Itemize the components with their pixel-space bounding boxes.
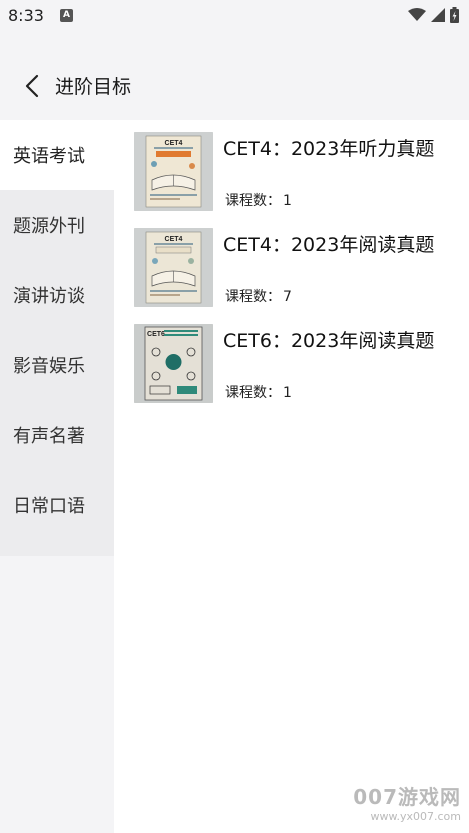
list-item[interactable]: CET4 CET4：2023年阅读真题 课程数： 7: [114, 216, 469, 312]
watermark-main: 007游戏网: [353, 785, 461, 809]
list-item[interactable]: CET6 CET6：2023年阅读真题 课程数： 1: [114, 312, 469, 408]
sidebar-item-label: 影音娱乐: [13, 356, 85, 377]
wifi-icon: [408, 8, 426, 21]
sidebar-item-media-entertainment[interactable]: 影音娱乐: [0, 330, 114, 400]
sidebar-item-audiobooks[interactable]: 有声名著: [0, 400, 114, 470]
course-count-value: 1: [283, 385, 292, 401]
sidebar-item-foreign-journals[interactable]: 题源外刊: [0, 190, 114, 260]
course-count: 课程数： 1: [223, 190, 292, 210]
sidebar-item-label: 演讲访谈: [13, 286, 85, 307]
watermark-url: www.yx007.com: [370, 810, 461, 823]
cell-signal-icon: [431, 8, 445, 22]
chevron-left-icon: [25, 74, 39, 98]
course-count-label: 课程数：: [225, 289, 281, 305]
course-cover-image: CET4: [134, 228, 213, 307]
category-sidebar: 英语考试 题源外刊 演讲访谈 影音娱乐 有声名著 日常口语: [0, 120, 114, 556]
list-item[interactable]: CET4 CET4：2023年听力真题 课程数： 1: [114, 120, 469, 216]
status-icons: [408, 7, 459, 23]
sidebar-item-label: 题源外刊: [13, 216, 85, 237]
course-count-label: 课程数：: [225, 193, 281, 209]
status-bar: 8:33 A: [0, 0, 469, 34]
sidebar-item-speeches-interviews[interactable]: 演讲访谈: [0, 260, 114, 330]
course-count-value: 1: [283, 193, 292, 209]
course-count: 课程数： 1: [223, 382, 292, 402]
course-cover-image: CET6: [134, 324, 213, 403]
status-time: 8:33: [8, 6, 44, 25]
sidebar-item-label: 英语考试: [13, 146, 85, 167]
notification-icon: A: [60, 9, 73, 22]
cover-tag: CET4: [165, 236, 183, 243]
course-count-label: 课程数：: [225, 385, 281, 401]
course-title: CET6：2023年阅读真题: [223, 330, 435, 352]
course-cover-image: CET4: [134, 132, 213, 211]
sidebar-item-daily-speaking[interactable]: 日常口语: [0, 470, 114, 540]
cover-tag: CET6: [147, 331, 165, 338]
page-title: 进阶目标: [55, 76, 132, 98]
sidebar-item-label: 日常口语: [13, 496, 85, 517]
course-list: CET4 CET4：2023年听力真题 课程数： 1 CET4 CET4：202…: [114, 120, 469, 833]
cover-tag: CET4: [165, 140, 183, 147]
app-bar: 进阶目标: [0, 34, 469, 120]
sidebar-item-english-exam[interactable]: 英语考试: [0, 120, 114, 190]
course-title: CET4：2023年听力真题: [223, 138, 435, 160]
course-count-value: 7: [283, 289, 292, 305]
watermark: 007游戏网 www.yx007.com: [353, 781, 461, 823]
course-title: CET4：2023年阅读真题: [223, 234, 435, 256]
course-count: 课程数： 7: [223, 286, 292, 306]
battery-icon: [450, 7, 459, 23]
sidebar-item-label: 有声名著: [13, 426, 85, 447]
back-button[interactable]: [14, 68, 50, 104]
